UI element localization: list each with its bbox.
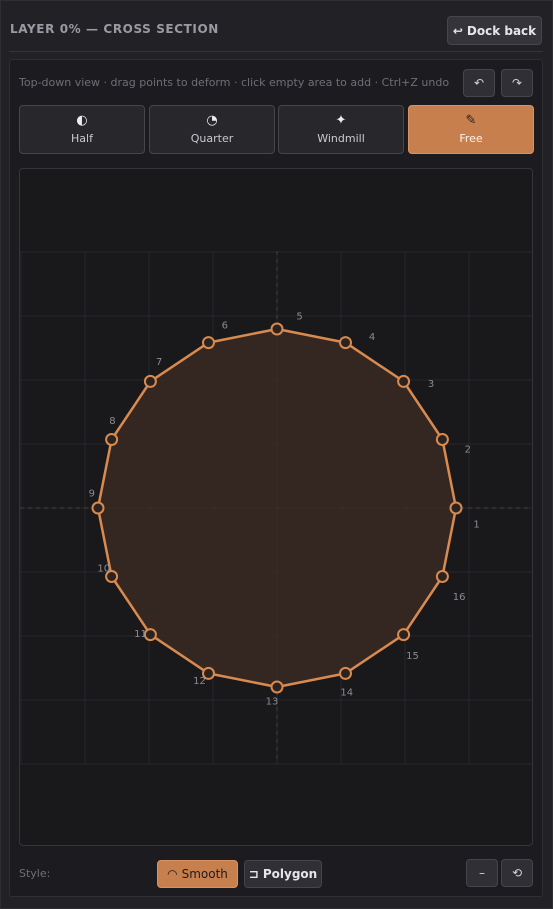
control-point[interactable] bbox=[202, 336, 215, 350]
smooth-label: Smooth bbox=[181, 867, 228, 881]
point-label: 6 bbox=[222, 320, 228, 331]
reset-shape-button[interactable]: ⟲ bbox=[501, 859, 533, 887]
point-label: 13 bbox=[266, 696, 279, 707]
point-label: 4 bbox=[369, 332, 375, 343]
control-point[interactable] bbox=[339, 666, 352, 680]
point-label: 5 bbox=[296, 312, 302, 323]
control-point[interactable] bbox=[270, 680, 284, 694]
point-label: 8 bbox=[109, 416, 115, 427]
preset-quarter-button[interactable]: ◔ Quarter bbox=[149, 105, 275, 154]
quarter-circle-icon: ◔ bbox=[206, 113, 218, 128]
point-label: 11 bbox=[134, 629, 147, 640]
polygon-style-button[interactable]: ⊐ Polygon bbox=[244, 860, 322, 888]
shape-editor-svg[interactable]: 12345678910111213141516 bbox=[20, 169, 533, 846]
point-label: 16 bbox=[453, 592, 466, 603]
reset-icon: ⟲ bbox=[511, 866, 523, 880]
control-point[interactable] bbox=[397, 628, 411, 642]
redo-icon: ↷ bbox=[511, 76, 523, 90]
preset-windmill-button[interactable]: ✦ Windmill bbox=[278, 105, 404, 154]
dock-back-button[interactable]: ↩ Dock back bbox=[447, 16, 542, 45]
pencil-icon: ✎ bbox=[465, 113, 477, 128]
point-label: 14 bbox=[340, 688, 353, 699]
point-label: 15 bbox=[406, 651, 419, 662]
control-point[interactable] bbox=[270, 322, 284, 336]
redo-button[interactable]: ↷ bbox=[501, 69, 533, 97]
smooth-style-button[interactable]: ◠ Smooth bbox=[157, 860, 238, 888]
preset-half-label: Half bbox=[71, 132, 93, 145]
control-point[interactable] bbox=[397, 374, 411, 388]
point-label: 12 bbox=[193, 676, 206, 687]
polygon-icon: ⊐ bbox=[248, 867, 259, 881]
cross-section-panel: LAYER 0% — CROSS SECTION ↩ Dock back Top… bbox=[0, 0, 553, 909]
panel-header: LAYER 0% — CROSS SECTION ↩ Dock back bbox=[1, 1, 553, 53]
point-label: 9 bbox=[89, 489, 95, 500]
dock-back-label: Dock back bbox=[466, 23, 537, 38]
control-point[interactable] bbox=[435, 433, 449, 446]
point-label: 10 bbox=[97, 563, 110, 574]
polygon-label: Polygon bbox=[262, 867, 318, 881]
panel-title: LAYER 0% — CROSS SECTION bbox=[10, 22, 219, 36]
control-point[interactable] bbox=[339, 336, 352, 350]
control-point[interactable] bbox=[143, 374, 157, 388]
preset-half-button[interactable]: ◐ Half bbox=[19, 105, 145, 154]
remove-point-button[interactable]: – bbox=[466, 859, 498, 887]
preset-free-button[interactable]: ✎ Free bbox=[408, 105, 534, 154]
half-circle-icon: ◐ bbox=[76, 113, 88, 128]
control-point[interactable] bbox=[449, 501, 463, 515]
windmill-star-icon: ✦ bbox=[335, 113, 347, 128]
preset-windmill-label: Windmill bbox=[317, 132, 365, 145]
control-point[interactable] bbox=[435, 570, 449, 583]
control-point[interactable] bbox=[105, 433, 119, 446]
smooth-curve-icon: ◠ bbox=[167, 867, 178, 881]
style-label: Style: bbox=[19, 867, 51, 880]
return-arrow-icon: ↩ bbox=[452, 23, 463, 38]
shape-editor-canvas[interactable]: 1 2 3 4 5 6 7 8 9 10 11 12 13 14 15 16 bbox=[19, 168, 533, 846]
preset-free-label: Free bbox=[459, 132, 483, 145]
point-label: 7 bbox=[156, 357, 162, 368]
header-divider bbox=[9, 51, 543, 52]
preset-quarter-label: Quarter bbox=[190, 132, 234, 145]
point-label: 3 bbox=[428, 379, 434, 390]
undo-icon: ↶ bbox=[473, 76, 485, 90]
point-label: 1 bbox=[473, 519, 479, 530]
undo-button[interactable]: ↶ bbox=[463, 69, 495, 97]
instructions-hint: Top-down view · drag points to deform · … bbox=[19, 76, 450, 89]
point-label: 2 bbox=[465, 445, 471, 456]
control-point[interactable] bbox=[91, 501, 105, 515]
minus-icon: – bbox=[479, 866, 485, 880]
